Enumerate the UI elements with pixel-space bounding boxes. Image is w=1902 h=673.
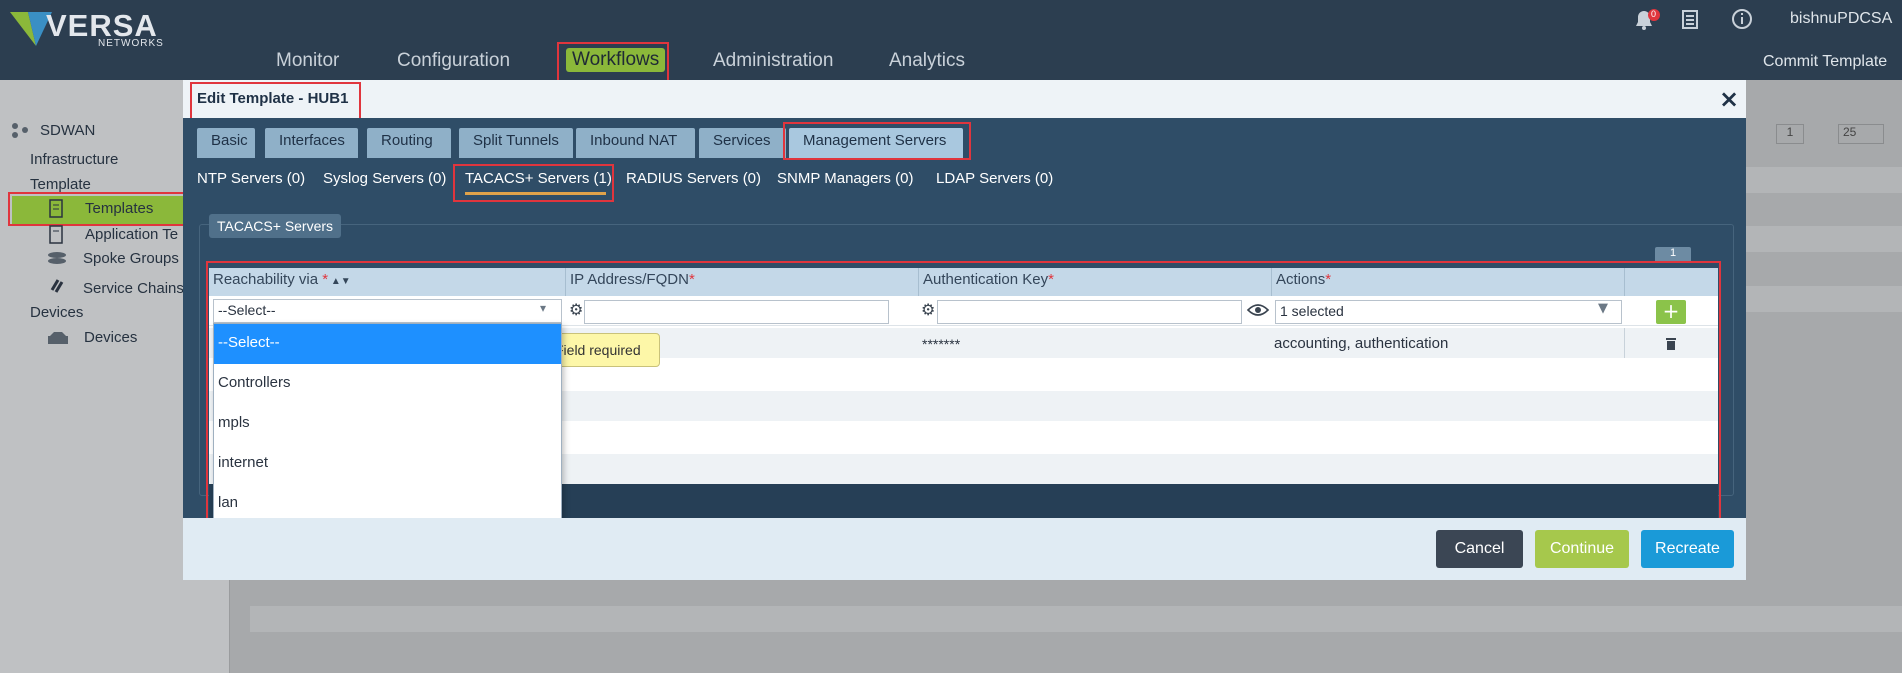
sidebar-item-devices-group[interactable]: Devices	[30, 304, 83, 321]
continue-button[interactable]: Continue	[1535, 530, 1629, 568]
sidebar-item-templates-label: Templates	[85, 200, 154, 217]
tab-services[interactable]: Services	[699, 128, 786, 158]
background-row	[250, 606, 1902, 632]
background-pager: 1	[1776, 124, 1804, 144]
service-chains-icon	[50, 279, 64, 293]
spoke-groups-icon	[48, 252, 66, 264]
reachability-dropdown: --Select-- Controllers mpls internet lan	[213, 323, 562, 523]
sidebar-item-devices[interactable]: Devices	[84, 329, 137, 346]
modal-header	[183, 80, 1746, 118]
commit-template-link[interactable]: Commit Template	[1763, 53, 1887, 71]
dropdown-option[interactable]: Controllers	[214, 364, 561, 404]
application-template-icon	[49, 225, 63, 244]
close-icon[interactable]: ×	[1719, 85, 1739, 113]
logo-subtext: NETWORKS	[98, 38, 164, 49]
notification-count: 0	[1651, 9, 1657, 19]
tab-interfaces[interactable]: Interfaces	[265, 128, 358, 158]
sdwan-icon	[12, 123, 28, 138]
sidebar-root-sdwan[interactable]: SDWAN	[40, 122, 95, 139]
sidebar-item-service-chains[interactable]: Service Chains	[83, 280, 184, 297]
subtab-ntp-servers[interactable]: NTP Servers (0)	[197, 170, 305, 187]
dropdown-option[interactable]: --Select--	[214, 324, 561, 364]
info-icon[interactable]	[1731, 8, 1753, 30]
bell-icon[interactable]	[1632, 8, 1662, 30]
tab-routing[interactable]: Routing	[367, 128, 451, 158]
nav-administration[interactable]: Administration	[713, 50, 833, 72]
tab-inbound-nat[interactable]: Inbound NAT	[576, 128, 695, 158]
recreate-button[interactable]: Recreate	[1641, 530, 1734, 568]
devices-icon	[48, 332, 68, 344]
modal-title: Edit Template - HUB1	[197, 90, 349, 107]
templates-icon	[49, 199, 63, 218]
dropdown-option[interactable]: internet	[214, 444, 561, 484]
sidebar-item-template[interactable]: Template	[30, 176, 91, 193]
clipboard-icon[interactable]	[1681, 9, 1699, 29]
background-page-size: 25	[1838, 124, 1884, 144]
nav-analytics[interactable]: Analytics	[889, 50, 965, 72]
sidebar-item-spoke-groups[interactable]: Spoke Groups	[83, 250, 179, 267]
user-menu[interactable]: bishnuPDCSA	[1790, 10, 1892, 28]
highlight-box	[783, 122, 971, 160]
sidebar-item-application-templates[interactable]: Application Te	[85, 226, 178, 243]
section-label-tacacs: TACACS+ Servers	[209, 214, 342, 238]
nav-monitor[interactable]: Monitor	[276, 50, 339, 72]
highlight-box	[453, 164, 614, 202]
field-required-tooltip: Field required	[548, 333, 660, 367]
tab-basic[interactable]: Basic	[197, 128, 255, 158]
subtab-radius-servers[interactable]: RADIUS Servers (0)	[626, 170, 761, 187]
tab-split-tunnels[interactable]: Split Tunnels	[459, 128, 573, 158]
cancel-button[interactable]: Cancel	[1436, 530, 1523, 568]
sidebar-item-infrastructure[interactable]: Infrastructure	[30, 151, 118, 168]
dropdown-option[interactable]: mpls	[214, 404, 561, 444]
subtab-snmp-managers[interactable]: SNMP Managers (0)	[777, 170, 913, 187]
subtab-syslog-servers[interactable]: Syslog Servers (0)	[323, 170, 446, 187]
nav-configuration[interactable]: Configuration	[397, 50, 510, 72]
nav-workflows[interactable]: Workflows	[566, 48, 666, 72]
subtab-ldap-servers[interactable]: LDAP Servers (0)	[936, 170, 1053, 187]
